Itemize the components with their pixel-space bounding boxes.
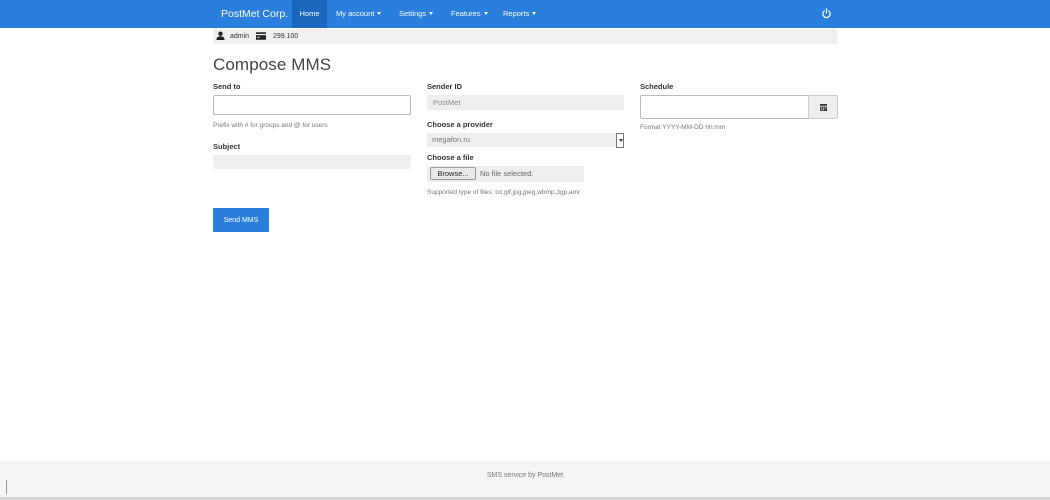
select-arrow-icon[interactable] [616, 133, 624, 148]
file-help: Supported type of files: txt,gif,jpg,jpe… [427, 189, 581, 196]
nav-my-account[interactable]: My account [336, 0, 382, 28]
file-status: No file selected. [480, 169, 534, 178]
send-to-input[interactable] [213, 95, 411, 115]
scroll-tick [6, 480, 7, 494]
nav-home[interactable]: Home [292, 0, 327, 28]
top-navbar: PostMet Corp. Home My account Settings F… [0, 0, 1050, 28]
provider-label: Choose a provider [427, 120, 493, 129]
send-to-label: Send to [213, 82, 241, 91]
nav-features-label: Features [451, 9, 481, 18]
credit-card-icon [256, 32, 266, 40]
footer-text: SMS service by PostMet [486, 472, 564, 479]
caret-down-icon [377, 12, 382, 15]
page-title: Compose MMS [213, 55, 332, 74]
file-input[interactable]: Browse... No file selected. [427, 166, 584, 182]
file-label: Choose a file [427, 153, 474, 162]
calendar-icon [820, 104, 827, 111]
nav-reports[interactable]: Reports [503, 0, 537, 28]
caret-down-icon [429, 12, 434, 15]
user-icon [216, 31, 225, 40]
username: admin [230, 33, 250, 40]
provider-select[interactable]: megafon.ru [427, 133, 624, 148]
caret-down-icon [483, 12, 488, 15]
caret-down-icon [532, 12, 537, 15]
nav-home-label: Home [299, 9, 320, 18]
nav-settings-label: Settings [399, 9, 427, 18]
power-icon[interactable] [821, 8, 832, 19]
sender-id-label: Sender ID [427, 82, 463, 91]
footer: SMS service by PostMet [0, 461, 1050, 497]
provider-selected-value: megafon.ru [432, 135, 470, 144]
calendar-button[interactable] [808, 95, 838, 119]
nav-my-account-label: My account [336, 9, 375, 18]
nav-reports-label: Reports [503, 9, 530, 18]
schedule-label: Schedule [640, 82, 674, 91]
send-to-help: Prefix with # for groups and @ for users [213, 122, 328, 129]
schedule-input[interactable] [640, 95, 809, 119]
nav-features[interactable]: Features [451, 0, 488, 28]
send-mms-button[interactable]: Send MMS [213, 208, 269, 232]
balance: 299.100 [273, 33, 299, 40]
brand-link[interactable]: PostMet Corp. [221, 0, 288, 28]
sender-id-input[interactable] [427, 95, 624, 110]
subject-input[interactable] [213, 155, 411, 169]
schedule-help: Format YYYY-MM-DD hh:mm [640, 124, 726, 131]
browse-button[interactable]: Browse... [430, 167, 476, 180]
nav-settings[interactable]: Settings [399, 0, 434, 28]
user-info-bar: admin 299.100 [213, 29, 837, 44]
subject-label: Subject [213, 142, 241, 151]
